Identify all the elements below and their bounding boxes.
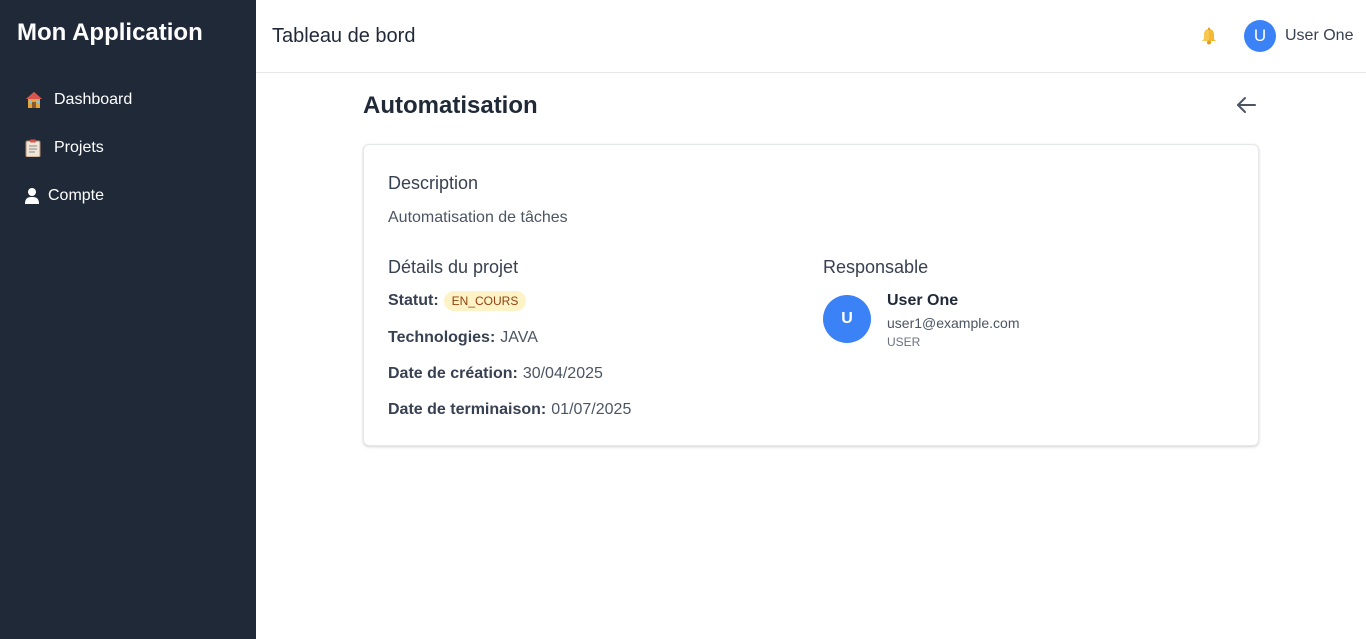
sidebar-item-label: Dashboard <box>54 91 133 108</box>
sidebar: Mon Application Dashboard Projets Compte <box>0 0 256 639</box>
top-bar: Tableau de bord U User One <box>256 0 1366 73</box>
project-title: Automatisation <box>363 92 538 119</box>
responsable-avatar: U <box>823 295 871 343</box>
app-title: Mon Application <box>17 19 203 46</box>
created-date-row: Date de création: 30/04/2025 <box>388 365 603 383</box>
sidebar-item-projets[interactable]: Projets <box>0 124 256 172</box>
bell-icon[interactable] <box>1200 27 1218 45</box>
sidebar-nav: Dashboard Projets Compte <box>0 76 256 220</box>
clipboard-icon <box>25 138 45 158</box>
created-date-label: Date de création: <box>388 365 518 382</box>
project-card: Description Automatisation de tâches Dét… <box>363 144 1259 446</box>
status-row: Statut: EN_COURS <box>388 291 527 311</box>
sidebar-item-label: Compte <box>48 187 105 204</box>
technologies-label: Technologies: <box>388 329 496 346</box>
user-name: User One <box>1285 27 1354 44</box>
sidebar-item-dashboard[interactable]: Dashboard <box>0 76 256 124</box>
responsable-title: Responsable <box>823 257 929 277</box>
technologies-value: JAVA <box>500 329 538 346</box>
created-date-value: 30/04/2025 <box>522 365 603 382</box>
user-icon <box>25 186 39 206</box>
status-badge: EN_COURS <box>443 291 527 311</box>
arrow-left-icon <box>1237 97 1256 113</box>
sidebar-item-compte[interactable]: Compte <box>0 172 256 220</box>
description-text: Automatisation de tâches <box>388 209 568 226</box>
details-title: Détails du projet <box>388 257 519 277</box>
house-icon <box>25 90 45 110</box>
page-heading: Tableau de bord <box>272 25 416 47</box>
status-label: Statut: <box>388 292 439 309</box>
responsable-name: User One <box>887 292 959 309</box>
back-button[interactable] <box>1234 93 1258 117</box>
description-title: Description <box>388 173 479 193</box>
avatar: U <box>1244 20 1276 52</box>
user-menu[interactable]: U User One <box>1244 20 1353 52</box>
end-date-row: Date de terminaison: 01/07/2025 <box>388 401 631 419</box>
responsable-role: USER <box>887 335 921 349</box>
end-date-label: Date de terminaison: <box>388 401 547 418</box>
technologies-row: Technologies: JAVA <box>388 329 538 347</box>
sidebar-item-label: Projets <box>54 139 104 156</box>
end-date-value: 01/07/2025 <box>551 401 632 418</box>
responsable-email: user1@example.com <box>887 315 1020 331</box>
